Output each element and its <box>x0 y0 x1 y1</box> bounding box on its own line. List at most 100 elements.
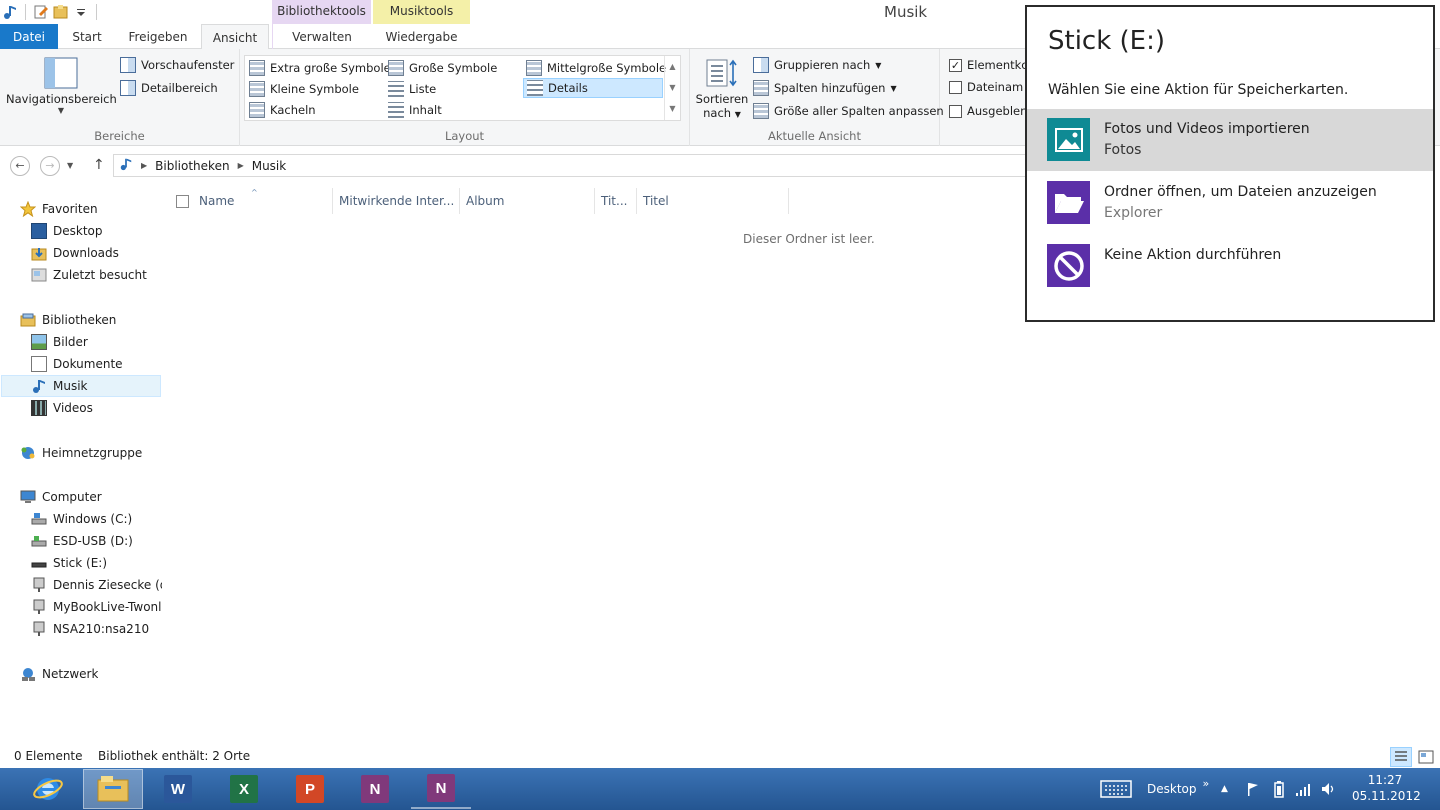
details-pane-button[interactable]: Detailbereich <box>120 78 218 98</box>
nav-downloads[interactable]: Downloads <box>31 242 119 264</box>
navigation-pane-button[interactable]: Navigationsbereich ▼ <box>6 57 117 115</box>
forward-button[interactable]: → <box>40 156 60 176</box>
details-icon <box>527 80 543 96</box>
gallery-more-icon[interactable]: ▼ <box>665 98 680 119</box>
network-status-icon[interactable] <box>1295 768 1311 810</box>
nav-videos[interactable]: Videos <box>31 397 93 419</box>
nav-network-drive-2[interactable]: MyBookLive-Twonl <box>31 596 162 618</box>
group-panes: Navigationsbereich ▼ Vorschaufenster Det… <box>0 49 240 146</box>
nav-recent-label: Zuletzt besucht <box>53 268 147 282</box>
nav-pictures[interactable]: Bilder <box>31 331 88 353</box>
extra-large-icons-icon <box>249 60 265 76</box>
autoplay-option-no-action[interactable]: Keine Aktion durchführen <box>1027 235 1433 297</box>
breadcrumb-separator-icon[interactable]: ▶ <box>238 161 244 170</box>
group-by-button[interactable]: Gruppieren nach ▼ <box>753 55 881 75</box>
music-note-icon <box>2 4 18 20</box>
tab-view[interactable]: Ansicht <box>201 24 269 50</box>
clock[interactable]: 11:27 05.11.2012 <box>1352 772 1421 804</box>
layout-details[interactable]: Details <box>523 78 663 98</box>
tab-share[interactable]: Freigeben <box>116 24 200 49</box>
checkbox-icon[interactable] <box>949 80 962 94</box>
up-button[interactable]: ↑ <box>93 157 105 173</box>
column-album[interactable]: Album <box>460 188 595 214</box>
autoplay-option-open-folder[interactable]: Ordner öffnen, um Dateien anzuzeigen Exp… <box>1027 172 1433 234</box>
photos-icon <box>1047 118 1090 161</box>
taskbar-onenote[interactable]: N <box>345 769 405 809</box>
file-explorer-icon <box>97 774 129 805</box>
show-hidden-icons-button[interactable]: ▲ <box>1221 768 1228 810</box>
nav-documents[interactable]: Dokumente <box>31 353 123 375</box>
layout-content[interactable]: Inhalt <box>388 100 442 120</box>
nav-music[interactable]: Musik <box>1 375 161 397</box>
breadcrumb-separator-icon[interactable]: ▶ <box>141 161 147 170</box>
layout-list[interactable]: Liste <box>388 79 436 99</box>
desktop-toolbar[interactable]: Desktop » <box>1147 768 1209 810</box>
tab-start[interactable]: Start <box>58 24 116 49</box>
back-button[interactable]: ← <box>10 156 30 176</box>
item-checkboxes-label: Elementkc <box>967 58 1028 72</box>
breadcrumb-libraries[interactable]: Bibliotheken <box>155 159 229 173</box>
layout-tiles[interactable]: Kacheln <box>249 100 316 120</box>
music-note-icon <box>119 157 133 174</box>
hidden-items-toggle[interactable]: Ausgeblen <box>949 101 1027 121</box>
size-columns-button[interactable]: Größe aller Spalten anpassen <box>753 101 944 121</box>
sort-by-button[interactable]: Sortieren nach ▼ <box>694 57 750 120</box>
layout-medium-icons[interactable]: Mittelgroße Symbole <box>526 58 666 78</box>
select-all-checkbox[interactable] <box>176 194 189 208</box>
scroll-down-icon[interactable]: ▼ <box>665 77 680 98</box>
checkbox-icon[interactable] <box>949 104 962 118</box>
taskbar-file-explorer[interactable] <box>83 769 143 809</box>
touch-keyboard-button[interactable] <box>1100 768 1132 810</box>
column-title[interactable]: Titel <box>637 188 789 214</box>
nav-libraries[interactable]: Bibliotheken <box>20 309 116 331</box>
keyboard-icon <box>1100 780 1132 798</box>
add-columns-button[interactable]: Spalten hinzufügen ▼ <box>753 78 897 98</box>
taskbar-onenote-clipping[interactable]: N <box>411 769 471 809</box>
taskbar-powerpoint[interactable]: P <box>280 769 340 809</box>
nav-favorites[interactable]: Favoriten <box>20 198 98 220</box>
column-contributing-artists[interactable]: Mitwirkende Inter... <box>333 188 460 214</box>
layout-small-icons[interactable]: Kleine Symbole <box>249 79 359 99</box>
file-extensions-toggle[interactable]: Dateinam <box>949 77 1023 97</box>
action-center-icon[interactable] <box>1245 768 1261 810</box>
nav-drive-e[interactable]: Stick (E:) <box>31 552 107 574</box>
qat-dropdown-icon[interactable] <box>73 4 89 20</box>
large-icons-view-button[interactable] <box>1415 747 1437 767</box>
nav-computer[interactable]: Computer <box>20 486 102 508</box>
tab-manage[interactable]: Verwalten <box>272 24 371 49</box>
nav-drive-d[interactable]: ESD-USB (D:) <box>31 530 133 552</box>
taskbar-word[interactable]: W <box>148 769 208 809</box>
item-checkboxes-toggle[interactable]: ✓ Elementkc <box>949 55 1028 75</box>
nav-network-drive-1[interactable]: Dennis Ziesecke (de <box>31 574 162 596</box>
scroll-up-icon[interactable]: ▲ <box>665 56 680 77</box>
nav-drive-c[interactable]: Windows (C:) <box>31 508 132 530</box>
group-label-layout: Layout <box>444 129 485 143</box>
properties-icon[interactable] <box>33 4 49 20</box>
column-name-label: Name <box>199 194 235 208</box>
column-name[interactable]: Name <box>163 188 333 214</box>
computer-icon <box>20 489 36 505</box>
nav-network-drive-3[interactable]: NSA210:nsa210 <box>31 618 149 640</box>
checkbox-checked-icon[interactable]: ✓ <box>949 58 962 72</box>
taskbar-excel[interactable]: X <box>214 769 274 809</box>
column-track-number[interactable]: Tit... <box>595 188 637 214</box>
breadcrumb-music[interactable]: Musik <box>252 159 287 173</box>
nav-homegroup[interactable]: Heimnetzgruppe <box>20 442 142 464</box>
nav-network[interactable]: Netzwerk <box>20 663 98 685</box>
layout-extra-large-icons[interactable]: Extra große Symbole <box>249 58 391 78</box>
new-folder-icon[interactable] <box>53 4 69 20</box>
nav-desktop[interactable]: Desktop <box>31 220 103 242</box>
nav-libraries-label: Bibliotheken <box>42 313 117 327</box>
layout-gallery-scroll[interactable]: ▲ ▼ ▼ <box>664 56 680 120</box>
volume-icon[interactable] <box>1320 768 1336 810</box>
recent-locations-icon[interactable]: ▼ <box>67 161 73 170</box>
tab-playback[interactable]: Wiedergabe <box>373 24 470 49</box>
preview-pane-button[interactable]: Vorschaufenster <box>120 55 234 75</box>
layout-large-icons[interactable]: Große Symbole <box>388 58 497 78</box>
tab-file[interactable]: Datei <box>0 24 58 49</box>
taskbar-internet-explorer[interactable] <box>18 769 78 809</box>
battery-icon[interactable] <box>1273 768 1285 810</box>
autoplay-option-import-photos[interactable]: Fotos und Videos importieren Fotos <box>1027 109 1433 171</box>
nav-recent[interactable]: Zuletzt besucht <box>31 264 147 286</box>
details-view-button[interactable] <box>1390 747 1412 767</box>
